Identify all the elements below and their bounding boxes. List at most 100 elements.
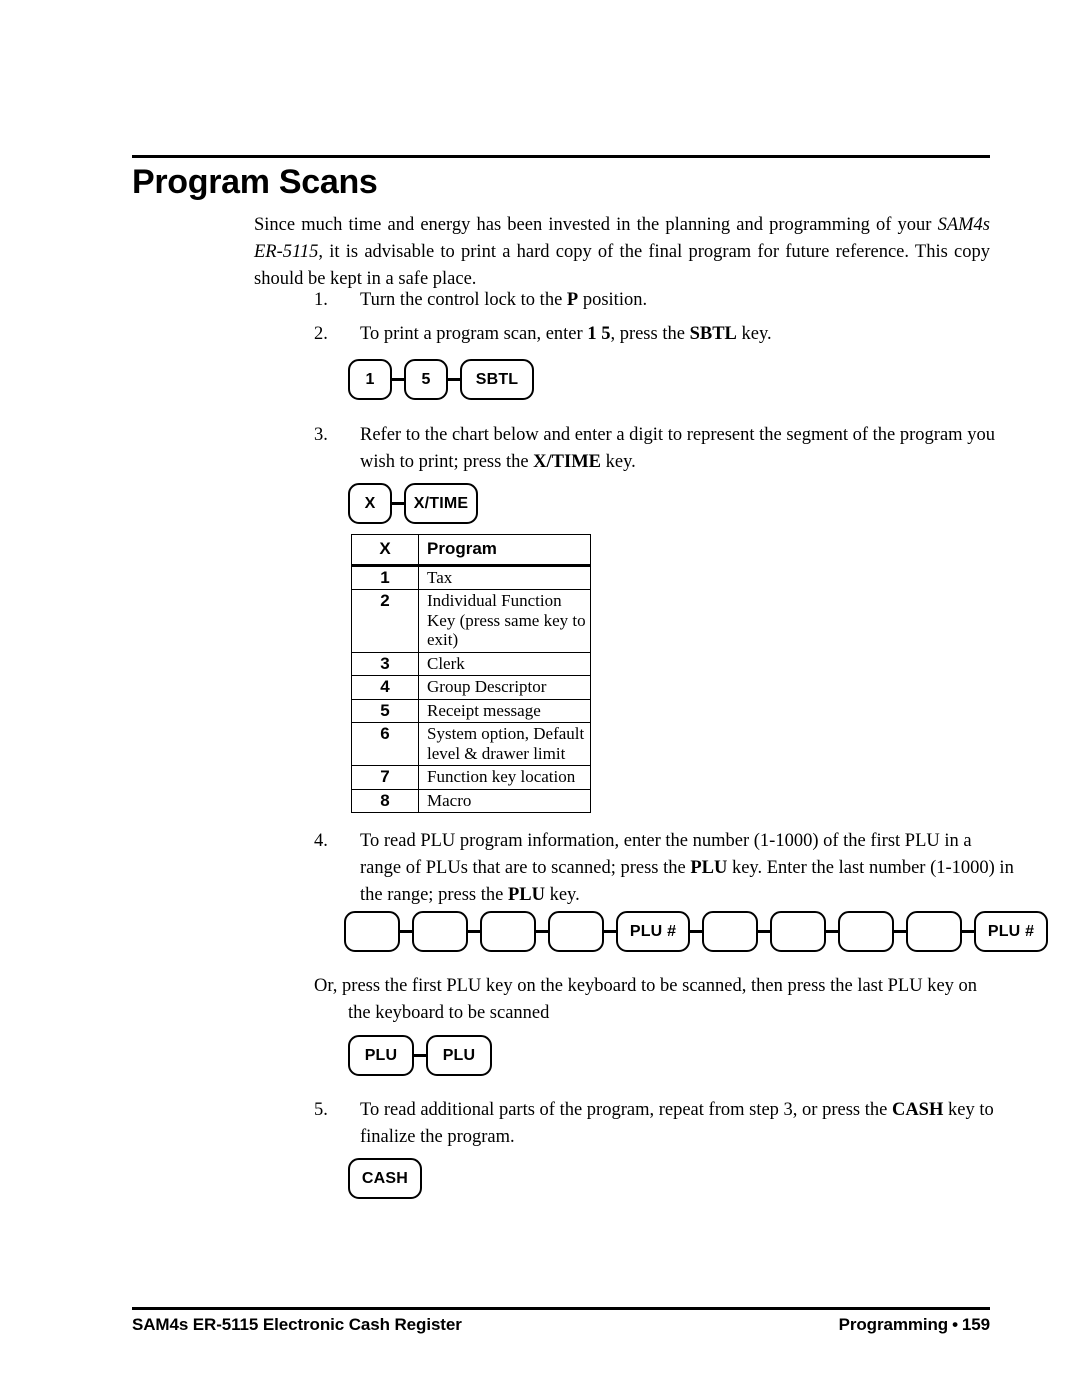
step-1-text-a: Turn the control lock to the <box>360 290 567 310</box>
table-row: 2 Individual Function Key (press same ke… <box>351 589 591 653</box>
key-5[interactable]: 5 <box>404 359 448 400</box>
step-3-bold-a: X/TIME <box>533 452 602 472</box>
key-blank-5[interactable] <box>702 911 758 952</box>
table-row: 7 Function key location <box>351 765 591 790</box>
document-page: Program Scans Since much time and energy… <box>0 0 1080 1397</box>
or-paragraph: Or, press the first PLU key on the keybo… <box>314 973 1014 1027</box>
key-sbtl[interactable]: SBTL <box>460 359 534 400</box>
key-blank-2[interactable] <box>412 911 468 952</box>
footer-rule-divider <box>132 1307 990 1310</box>
step-text-1: Turn the control lock to the P position. <box>360 287 1014 314</box>
intro-paragraph: Since much time and energy has been inve… <box>254 212 990 293</box>
step-3-text-a: Refer to the chart below and enter a dig… <box>360 425 995 472</box>
key-connector <box>468 930 480 933</box>
step-1-text-b: position. <box>578 290 648 310</box>
key-blank-4[interactable] <box>548 911 604 952</box>
key-blank-3[interactable] <box>480 911 536 952</box>
step-item-4: 4. To read PLU program information, ente… <box>314 828 1014 909</box>
step-4-bold-a: PLU <box>690 858 728 878</box>
key-connector <box>448 378 460 381</box>
program-segment-table: X Program 1 Tax 2 Individual Function Ke… <box>351 534 591 813</box>
key-blank-8[interactable] <box>906 911 962 952</box>
step-2-text-c: key. <box>736 324 772 344</box>
step-4-text-c: key. <box>544 885 580 905</box>
key-xtime[interactable]: X/TIME <box>404 483 478 524</box>
key-blank-7[interactable] <box>838 911 894 952</box>
table-header-x: X <box>351 534 419 567</box>
key-connector <box>392 378 404 381</box>
step-2-bold-b: SBTL <box>689 324 737 344</box>
table-cell-program: Function key location <box>418 765 591 790</box>
step-1-bold-a: P <box>566 290 579 310</box>
step-number-4: 4. <box>314 831 328 851</box>
step-text-4: To read PLU program information, enter t… <box>360 828 1014 909</box>
table-body: 1 Tax 2 Individual Function Key (press s… <box>351 564 591 813</box>
table-cell-x: 8 <box>351 788 419 813</box>
key-plu-last[interactable]: PLU <box>426 1035 492 1076</box>
footer-page-number: 159 <box>961 1315 990 1334</box>
intro-text-part-1: Since much time and energy has been inve… <box>254 215 938 235</box>
step-number-3: 3. <box>314 425 328 445</box>
table-cell-x: 2 <box>351 589 419 653</box>
step-item-2: 2. To print a program scan, enter 1 5, p… <box>314 321 1014 348</box>
key-plu-number-first[interactable]: PLU # <box>616 911 690 952</box>
table-row: 4 Group Descriptor <box>351 675 591 700</box>
table-cell-program: Individual Function Key (press same key … <box>418 589 591 653</box>
key-connector <box>690 930 702 933</box>
table-cell-x: 3 <box>351 651 419 676</box>
or-paragraph-line-1: Or, press the first PLU key on the keybo… <box>314 976 978 996</box>
sbtl-key-sequence: 1 5 SBTL <box>348 359 534 400</box>
key-connector <box>962 930 974 933</box>
intro-text-part-2: , it is advisable to print a hard copy o… <box>254 242 990 289</box>
key-1[interactable]: 1 <box>348 359 392 400</box>
step-2-bold-a: 1 5 <box>587 324 611 344</box>
page-title: Program Scans <box>132 163 378 201</box>
table-cell-program: Macro <box>418 788 591 813</box>
key-connector <box>604 930 616 933</box>
step-text-3: Refer to the chart below and enter a dig… <box>360 422 1014 476</box>
cash-key-sequence: CASH <box>348 1158 422 1199</box>
step-5-bold-a: CASH <box>891 1100 944 1120</box>
footer-section-label: Programming <box>838 1315 949 1334</box>
or-paragraph-text: Or, press the first PLU key on the keybo… <box>314 973 1014 1027</box>
footer-bullet-separator: • <box>952 1315 958 1334</box>
key-cash[interactable]: CASH <box>348 1158 422 1199</box>
table-row: 8 Macro <box>351 788 591 813</box>
footer-product-name: SAM4s ER-5115 Electronic Cash Register <box>132 1315 462 1334</box>
title-rule-divider <box>132 155 990 158</box>
table-cell-program: Tax <box>418 564 591 590</box>
table-row: 3 Clerk <box>351 651 591 676</box>
table-header-program: Program <box>418 534 591 567</box>
table-cell-x: 5 <box>351 698 419 723</box>
key-connector <box>392 502 404 505</box>
step-item-1: 1. Turn the control lock to the P positi… <box>314 287 1014 314</box>
plu-key-sequence: PLU PLU <box>348 1035 492 1076</box>
table-cell-x: 1 <box>351 564 419 590</box>
key-plu-number-last[interactable]: PLU # <box>974 911 1048 952</box>
table-cell-x: 6 <box>351 722 419 766</box>
key-x[interactable]: X <box>348 483 392 524</box>
table-cell-x: 7 <box>351 765 419 790</box>
step-number-1: 1. <box>314 290 328 310</box>
key-connector <box>894 930 906 933</box>
table-cell-program: Receipt message <box>418 698 591 723</box>
plu-number-key-sequence: PLU # PLU # <box>344 911 1048 952</box>
xtime-key-sequence: X X/TIME <box>348 483 478 524</box>
key-connector <box>400 930 412 933</box>
key-blank-6[interactable] <box>770 911 826 952</box>
table-row: 5 Receipt message <box>351 698 591 723</box>
step-number-5: 5. <box>314 1100 328 1120</box>
key-connector <box>758 930 770 933</box>
footer-section-and-page: Programming • 159 <box>839 1315 990 1335</box>
step-3-text-b: key. <box>601 452 636 472</box>
or-paragraph-line-2: the keyboard to be scanned <box>348 1003 550 1023</box>
key-plu-first[interactable]: PLU <box>348 1035 414 1076</box>
table-cell-x: 4 <box>351 675 419 700</box>
table-header-row: X Program <box>351 534 591 567</box>
key-blank-1[interactable] <box>344 911 400 952</box>
table-cell-program: Group Descriptor <box>418 675 591 700</box>
step-4-bold-b: PLU <box>507 885 545 905</box>
step-5-text-a: To read additional parts of the program,… <box>360 1100 892 1120</box>
key-connector <box>414 1054 426 1057</box>
table-row: 1 Tax <box>351 564 591 590</box>
